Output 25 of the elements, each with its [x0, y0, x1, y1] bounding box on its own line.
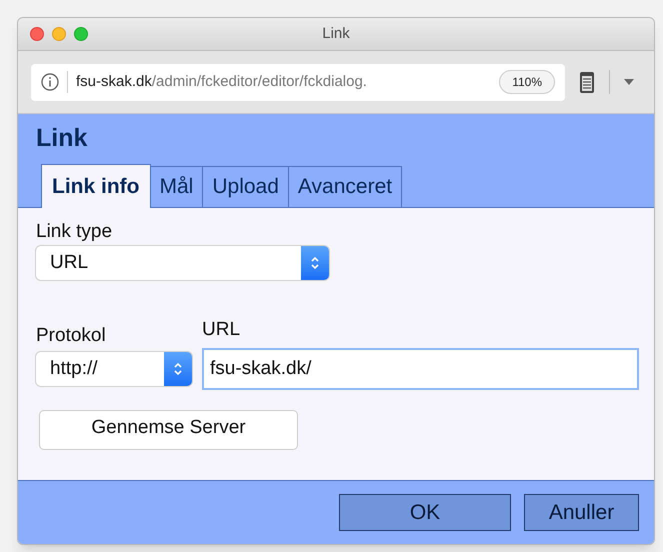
address-bar[interactable]: fsu-skak.dk/admin/fckeditor/editor/fckdialog. 110%: [31, 64, 565, 100]
dropdown-arrow-icon[interactable]: [624, 79, 634, 85]
url-text: fsu-skak.dk/admin/fckeditor/editor/fckdialog.: [76, 72, 368, 92]
dialog-title: Link: [36, 123, 88, 154]
dialog-button[interactable]: Anuller: [524, 494, 639, 531]
tab[interactable]: Avanceret: [288, 166, 402, 208]
protocol-label: Protokol: [36, 324, 107, 348]
tab[interactable]: Link info: [41, 164, 150, 208]
stepper-icon: [310, 255, 320, 271]
protocol-select[interactable]: http://: [36, 352, 192, 386]
close-button[interactable]: [30, 27, 44, 41]
dialog-button[interactable]: OK: [339, 494, 511, 531]
tab[interactable]: Mål: [150, 166, 204, 208]
url-field[interactable]: fsu-skak.dk/: [202, 348, 639, 390]
window-title: Link: [322, 24, 350, 44]
tab[interactable]: Upload: [203, 166, 289, 208]
clipboard-icon[interactable]: [579, 70, 595, 94]
link-type-label: Link type: [36, 220, 114, 244]
browse-server-button[interactable]: Gennemse Server: [39, 410, 298, 450]
info-icon[interactable]: [41, 73, 59, 91]
url-label: URL: [202, 318, 242, 342]
link-type-select[interactable]: URL: [36, 246, 329, 280]
zoom-badge[interactable]: 110%: [499, 70, 555, 94]
stepper-icon: [173, 361, 183, 377]
zoom-button[interactable]: [74, 27, 88, 41]
